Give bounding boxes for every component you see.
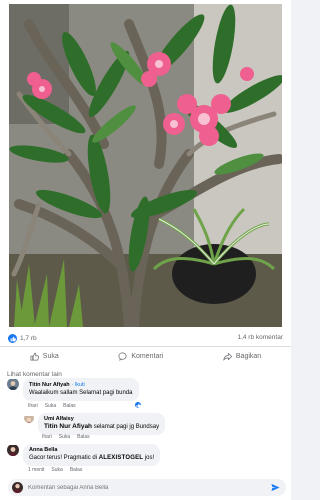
- avatar[interactable]: [7, 378, 19, 390]
- reactions-summary[interactable]: 1,7 rb: [8, 334, 37, 343]
- post-photo[interactable]: [9, 4, 282, 327]
- comment-like-link[interactable]: Suka: [51, 467, 62, 473]
- thumbs-up-icon[interactable]: [134, 401, 142, 409]
- comment-reply-item: Umi Alfaisy Titin Nur Afiyah selamat pag…: [24, 413, 166, 436]
- comment-meta: Ihari Suka Balas: [42, 434, 90, 440]
- comment-time: Ihari: [28, 403, 38, 409]
- comment-time: Ihari: [42, 434, 52, 440]
- see-more-comments-link[interactable]: Lihat komentar lain: [7, 371, 62, 378]
- comment-button[interactable]: Komentari: [118, 352, 163, 361]
- comment-like-link[interactable]: Suka: [45, 403, 56, 409]
- comment-text-suffix: jos!: [144, 455, 155, 462]
- thumbs-up-outline-icon: [30, 352, 39, 361]
- adenium-plant-image: [9, 4, 282, 327]
- comment-reply-link[interactable]: Balas: [77, 434, 90, 440]
- share-arrow-icon: [223, 352, 232, 361]
- like-button-label: Suka: [42, 353, 59, 360]
- like-button[interactable]: Suka: [30, 352, 59, 361]
- send-icon[interactable]: [271, 483, 280, 492]
- comment-bubble: Umi Alfaisy Titin Nur Afiyah selamat pag…: [38, 413, 166, 436]
- post-photo-frame: [0, 0, 291, 330]
- thumbs-up-icon: [8, 334, 17, 343]
- comment-author[interactable]: Anna Bella: [29, 447, 154, 454]
- comment-input[interactable]: [28, 484, 248, 491]
- comment-text-prefix: Gacor terus! Pragmatic di: [29, 455, 98, 462]
- comment-item: Titin Nur Afiyah · Ikuti Waalaikum salla…: [7, 378, 139, 401]
- avatar[interactable]: [24, 413, 34, 423]
- comment-text: selamat pagi jg Bundsay: [93, 424, 160, 431]
- follow-link[interactable]: Ikuti: [75, 382, 85, 388]
- comment-bubble: Titin Nur Afiyah · Ikuti Waalaikum salla…: [23, 378, 139, 401]
- comment-item: Anna Bella Gacor terus! Pragmatic di ALE…: [7, 444, 161, 466]
- post-actions: Suka Komentari Bagikan: [0, 346, 291, 366]
- comment-meta: 1 menit Suka Balas: [28, 467, 82, 473]
- comment-text: Waalaikum sallam Selamat pagi bunda: [29, 390, 133, 397]
- share-button[interactable]: Bagikan: [223, 352, 261, 361]
- comment-author[interactable]: Umi Alfaisy: [44, 416, 159, 423]
- comment-author[interactable]: Titin Nur Afiyah: [29, 382, 70, 388]
- comment-time: 1 menit: [28, 467, 45, 473]
- post-stats: 1,7 rb 1,4 rb komentar: [0, 330, 291, 346]
- comment-meta: Ihari Suka Balas: [28, 403, 76, 409]
- mention-link[interactable]: Titin Nur Afiyah: [44, 423, 92, 430]
- comment-button-label: Komentari: [131, 353, 164, 360]
- share-button-label: Bagikan: [235, 353, 262, 360]
- comment-reply-link[interactable]: Balas: [63, 403, 76, 409]
- reactions-count: 1,7 rb: [20, 335, 37, 342]
- avatar: [12, 482, 23, 493]
- comment-like-link[interactable]: Suka: [59, 434, 70, 440]
- comment-bubble: Anna Bella Gacor terus! Pragmatic di ALE…: [23, 444, 161, 466]
- avatar[interactable]: [7, 444, 19, 456]
- comments-count[interactable]: 1,4 rb komentar: [237, 334, 283, 341]
- comment-composer: [8, 479, 286, 496]
- comment-reply-link[interactable]: Balas: [70, 467, 83, 473]
- comment-brand-text: ALEXISTOGEL: [98, 455, 144, 462]
- speech-bubble-icon: [118, 352, 127, 361]
